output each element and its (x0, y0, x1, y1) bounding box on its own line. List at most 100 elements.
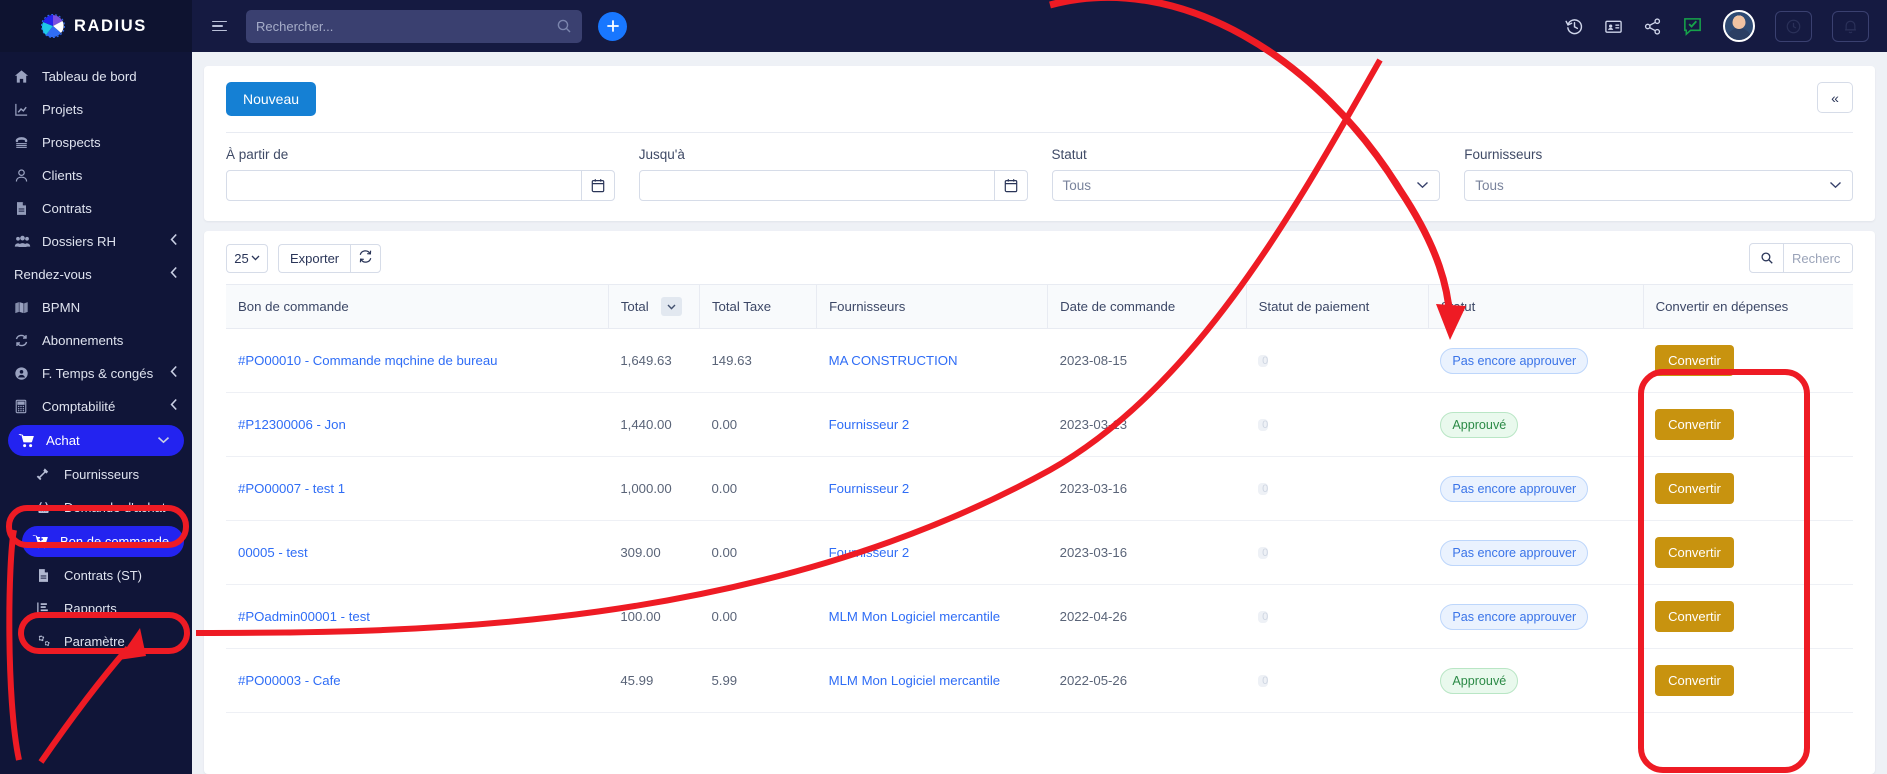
cell-supplier[interactable]: Fournisseur 2 (816, 456, 1048, 521)
chevron-left-icon[interactable] (170, 398, 178, 413)
convert-button[interactable]: Convertir (1655, 345, 1734, 376)
cell-supplier[interactable]: MLM Mon Logiciel mercantile (816, 584, 1048, 649)
purchase-order-link[interactable]: #P12300006 - Jon (238, 417, 346, 432)
map-icon (14, 300, 36, 316)
sidebar-item-demande-d-achat[interactable]: Demande d'achat (0, 491, 192, 524)
purchase-order-link[interactable]: #PO00003 - Cafe (238, 673, 341, 688)
clock-icon[interactable] (1775, 10, 1812, 42)
avatar[interactable] (1723, 10, 1755, 42)
sidebar-item-fournisseurs[interactable]: Fournisseurs (0, 458, 192, 491)
add-button[interactable] (598, 11, 627, 41)
supplier-link[interactable]: Fournisseur 2 (829, 417, 910, 432)
share-icon[interactable] (1643, 17, 1662, 36)
chevron-left-icon[interactable] (170, 365, 178, 380)
supplier-link[interactable]: Fournisseur 2 (829, 481, 910, 496)
column-header-fournisseurs[interactable]: Fournisseurs (816, 284, 1049, 329)
table-search[interactable] (1749, 243, 1853, 273)
purchase-order-link[interactable]: 00005 - test (238, 545, 308, 560)
column-header-statut[interactable]: Statut (1428, 284, 1644, 329)
cell-supplier[interactable]: MLM Mon Logiciel mercantile (816, 648, 1048, 713)
page-size-select[interactable]: 25 (226, 243, 268, 273)
supplier-link[interactable]: Fournisseur 2 (829, 545, 910, 560)
global-search[interactable] (246, 9, 582, 43)
convert-button[interactable]: Convertir (1655, 601, 1734, 632)
chevron-down-icon[interactable] (157, 433, 170, 446)
cell-purchase-order[interactable]: #PO00007 - test 1 (226, 456, 609, 521)
sidebar-item-dossiers-rh[interactable]: Dossiers RH (0, 225, 192, 258)
sort-toggle-icon[interactable] (660, 297, 682, 316)
refresh-button[interactable] (350, 243, 382, 273)
cell-supplier[interactable]: Fournisseur 2 (816, 520, 1048, 585)
column-header-convertir-en-d-penses[interactable]: Convertir en dépenses (1643, 284, 1853, 329)
purchase-order-link[interactable]: #POadmin00001 - test (238, 609, 370, 624)
sidebar-item-rendez-vous[interactable]: Rendez-vous (0, 258, 192, 291)
column-header-date-de-commande[interactable]: Date de commande (1047, 284, 1247, 329)
sidebar-item-abonnements[interactable]: Abonnements (0, 324, 192, 357)
contact-card-icon[interactable] (1604, 17, 1623, 36)
hamburger-icon[interactable] (212, 15, 234, 37)
sidebar-item-bon-de-commande[interactable]: Bon de commande (22, 526, 184, 557)
table-row[interactable]: #P12300006 - Jon 1,440.00 0.00 Fournisseur … (226, 392, 1853, 457)
sidebar-item-rapports[interactable]: Rapports (0, 592, 192, 625)
sidebar-item-prospects[interactable]: Prospects (0, 126, 192, 159)
sidebar-item-clients[interactable]: Clients (0, 159, 192, 192)
table-search-input[interactable] (1784, 244, 1852, 272)
chevron-left-icon[interactable] (170, 266, 178, 281)
sidebar-item-comptabilit[interactable]: Comptabilité (0, 390, 192, 423)
sidebar-item-achat[interactable]: Achat (8, 425, 184, 456)
calendar-icon[interactable] (993, 171, 1027, 200)
column-header-total[interactable]: Total (608, 284, 700, 329)
convert-button[interactable]: Convertir (1655, 473, 1734, 504)
filter-to-input-wrap[interactable] (638, 170, 1028, 201)
sidebar-item-param-tre[interactable]: Paramètre (0, 625, 192, 658)
to-date-input[interactable] (639, 171, 994, 200)
cell-supplier[interactable]: MA CONSTRUCTION (816, 328, 1048, 393)
sidebar-item-bpmn[interactable]: BPMN (0, 291, 192, 324)
table-row[interactable]: #PO00003 - Cafe 45.99 5.99 MLM Mon Logiciel… (226, 648, 1853, 713)
filters-row: À partir de Jusqu'à Statut Tous Fourniss… (204, 133, 1875, 221)
suppliers-select[interactable]: Tous (1464, 170, 1853, 201)
supplier-link[interactable]: MLM Mon Logiciel mercantile (829, 673, 1001, 688)
chevron-left-icon[interactable] (170, 233, 178, 248)
collapse-panel-button[interactable]: « (1817, 82, 1853, 113)
purchase-order-link[interactable]: #PO00007 - test 1 (238, 481, 345, 496)
sidebar-item-contrats[interactable]: Contrats (0, 192, 192, 225)
calendar-icon[interactable] (580, 171, 614, 200)
bell-icon[interactable] (1832, 10, 1869, 42)
table-row[interactable]: #POadmin00001 - test 100.00 0.00 MLM Mon Lo… (226, 584, 1853, 649)
sidebar-item-tableau-de-bord[interactable]: Tableau de bord (0, 60, 192, 93)
column-header-statut-de-paiement[interactable]: Statut de paiement (1246, 284, 1429, 329)
cell-purchase-order[interactable]: #PO00003 - Cafe (226, 648, 609, 713)
column-header-total-taxe[interactable]: Total Taxe (699, 284, 818, 329)
search-input[interactable] (256, 18, 556, 34)
table-row[interactable]: #PO00007 - test 1 1,000.00 0.00 Fournisseur… (226, 456, 1853, 521)
history-icon[interactable] (1565, 17, 1584, 36)
sidebar-item-contrats-st[interactable]: Contrats (ST) (0, 559, 192, 592)
cell-purchase-order[interactable]: 00005 - test (226, 520, 609, 585)
supplier-link[interactable]: MA CONSTRUCTION (829, 353, 958, 368)
cell-purchase-order[interactable]: #POadmin00001 - test (226, 584, 609, 649)
sidebar-item-f-temps-cong-s[interactable]: F. Temps & congés (0, 357, 192, 390)
filter-from-input-wrap[interactable] (226, 170, 615, 201)
cell-status: Approuvé (1428, 648, 1644, 713)
export-button[interactable]: Exporter (278, 243, 351, 273)
purchase-order-link[interactable]: #PO00010 - Commande mqchine de bureau (238, 353, 498, 368)
search-icon[interactable] (1750, 244, 1784, 272)
cell-purchase-order[interactable]: #P12300006 - Jon (226, 392, 609, 457)
chat-check-icon[interactable] (1682, 16, 1703, 37)
convert-button[interactable]: Convertir (1655, 409, 1734, 440)
cell-purchase-order[interactable]: #PO00010 - Commande mqchine de bureau (226, 328, 609, 393)
convert-button[interactable]: Convertir (1655, 537, 1734, 568)
column-header-bon-de-commande[interactable]: Bon de commande (226, 284, 609, 329)
table-row[interactable]: 00005 - test 309.00 0.00 Fournisseur 2 2023-… (226, 520, 1853, 585)
convert-button[interactable]: Convertir (1655, 665, 1734, 696)
cell-supplier[interactable]: Fournisseur 2 (816, 392, 1048, 457)
sidebar-item-projets[interactable]: Projets (0, 93, 192, 126)
table-scroll[interactable]: Bon de commande Total Total Taxe Fournisseu… (204, 284, 1875, 774)
supplier-link[interactable]: MLM Mon Logiciel mercantile (829, 609, 1001, 624)
table-row[interactable]: #PO00010 - Commande mqchine de bureau 1,6… (226, 328, 1853, 393)
new-button[interactable]: Nouveau (226, 82, 317, 116)
brand[interactable]: RADIUS (0, 0, 192, 52)
status-select[interactable]: Tous (1051, 170, 1441, 201)
from-date-input[interactable] (227, 171, 581, 200)
